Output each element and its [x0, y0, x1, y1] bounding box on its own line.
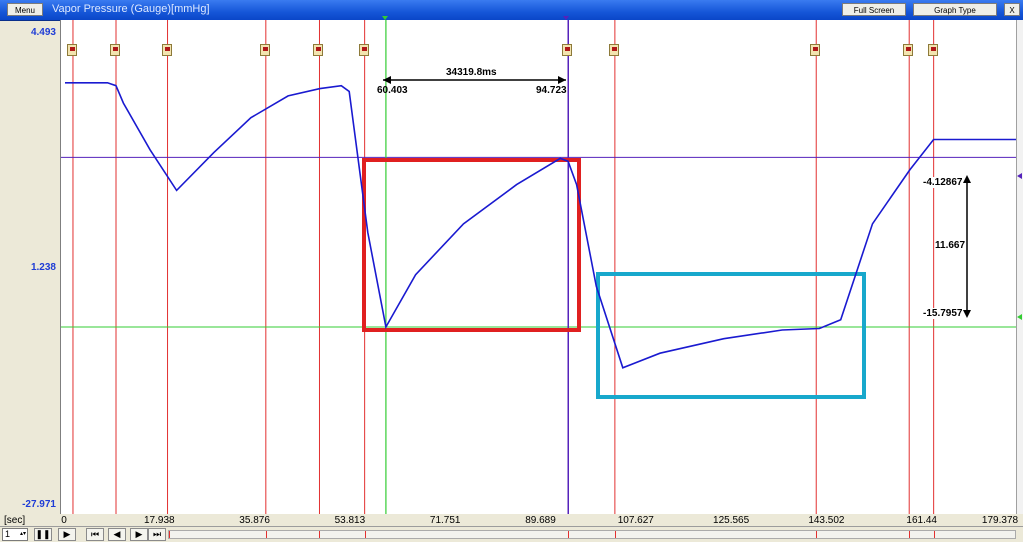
playback-speed-spinner[interactable]: 1 ▴▾ [2, 528, 28, 541]
event-flag-icon[interactable] [66, 44, 77, 56]
playback-speed-value: 1 [5, 529, 11, 539]
x-tick-label: 161.44 [906, 515, 937, 526]
timeline-event-tick [568, 531, 570, 538]
plot-right-gutter [1016, 20, 1023, 514]
close-button[interactable]: X [1004, 3, 1020, 16]
y-tick-mid: 1.238 [30, 262, 56, 273]
plot-area[interactable]: 34319.8ms 60.403 94.723 -4.12867 11.667 … [60, 20, 1019, 514]
right-cursor-time: 94.723 [536, 85, 567, 96]
lower-cursor-handle-icon[interactable] [1017, 314, 1022, 320]
play-icon[interactable]: ▶ [58, 528, 76, 541]
timeline-event-tick [909, 531, 911, 538]
x-tick-label: 107.627 [617, 515, 654, 526]
timeline-scrollbar[interactable] [168, 530, 1016, 539]
lower-cursor-value: -15.7957 [923, 308, 963, 319]
timeline-event-tick [933, 531, 935, 538]
step-forward-icon[interactable]: ▶ [130, 528, 148, 541]
event-flag-icon[interactable] [358, 44, 369, 56]
step-back-icon[interactable]: ◀ [108, 528, 126, 541]
menu-button[interactable]: Menu [7, 3, 43, 16]
y-tick-bottom: -27.971 [22, 499, 56, 510]
graph-title: Vapor Pressure (Gauge)[mmHg] [52, 3, 210, 15]
x-tick-label: 143.502 [808, 515, 845, 526]
pressure-trace [65, 82, 1019, 369]
graph-title-bar: Menu Vapor Pressure (Gauge)[mmHg] Full S… [0, 0, 1023, 21]
skip-to-end-icon[interactable]: ⏭ [148, 528, 166, 541]
spinner-arrows-icon[interactable]: ▴▾ [20, 529, 26, 540]
timeline-event-tick [265, 531, 267, 538]
timeline-event-tick [364, 531, 366, 538]
event-flag-icon[interactable] [110, 44, 120, 56]
left-cursor-time: 60.403 [377, 85, 408, 96]
timeline-event-tick [614, 531, 616, 538]
y-tick-top: 4.493 [30, 27, 56, 38]
x-tick-label: 0 [61, 515, 67, 526]
pause-icon[interactable]: ❚❚ [34, 528, 52, 541]
playback-bar: 1 ▴▾ ❚❚ ▶ ⏮ ◀ ▶ ⏭ [0, 526, 1023, 542]
event-flag-icon[interactable] [903, 44, 914, 56]
event-flag-icon[interactable] [927, 44, 938, 56]
upper-cursor-handle-icon[interactable] [1017, 173, 1022, 179]
graph-type-button[interactable]: Graph Type [913, 3, 997, 16]
x-axis-unit: [sec] [4, 515, 26, 526]
highlight-box-recovery [362, 158, 581, 332]
cursor-delta-time: 34319.8ms [446, 67, 497, 78]
full-screen-button[interactable]: Full Screen [842, 3, 906, 16]
x-tick-label: 89.689 [525, 515, 556, 526]
cursor-delta-value: 11.667 [935, 240, 966, 251]
event-flag-icon[interactable] [259, 44, 270, 56]
highlight-box-low-pressure [596, 272, 866, 399]
x-tick-label: 53.813 [334, 515, 366, 526]
x-tick-label: 35.876 [239, 515, 270, 526]
x-tick-label: 17.938 [144, 515, 175, 526]
event-flag-icon[interactable] [608, 44, 619, 56]
event-flag-icon[interactable] [313, 44, 324, 56]
event-flag-icon[interactable] [810, 44, 821, 56]
event-flag-icon[interactable] [562, 44, 573, 56]
timeline-event-tick [319, 531, 321, 538]
upper-cursor-value: -4.12867 [923, 177, 963, 188]
timeline-event-tick [816, 531, 818, 538]
x-tick-label: 179.378 [981, 515, 1019, 526]
x-tick-label: 125.565 [713, 515, 750, 526]
x-tick-label: 71.751 [429, 515, 461, 526]
event-flag-icon[interactable] [161, 44, 172, 56]
timeline-event-tick [169, 531, 170, 538]
skip-to-start-icon[interactable]: ⏮ [86, 528, 104, 541]
